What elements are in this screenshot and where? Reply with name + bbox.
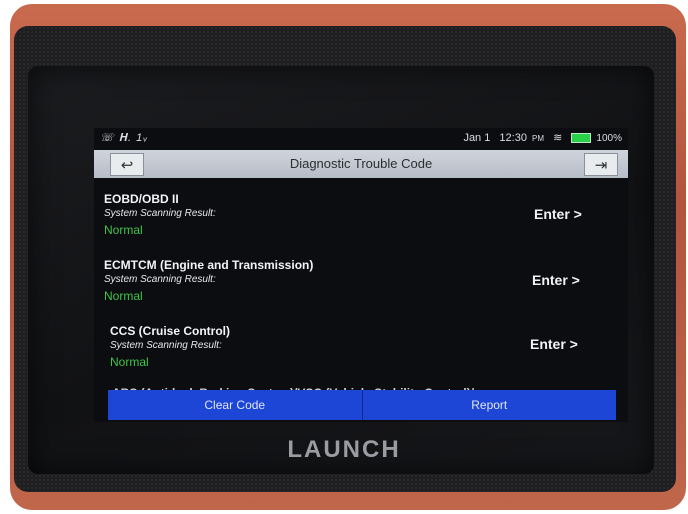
status-left-text: ☏ 𝐇. 1ᵥ (100, 132, 149, 144)
scan-result-value: Normal (110, 355, 149, 369)
device-photo: ☏ 𝐇. 1ᵥ Jan 1 12:30 PM ≋ 100% ↩ Diagnost… (0, 0, 688, 514)
enter-button[interactable]: Enter > (532, 272, 580, 288)
bottom-action-bar: Clear Code Report (108, 390, 616, 420)
enter-button[interactable]: Enter > (534, 206, 582, 222)
device-screen: ☏ 𝐇. 1ᵥ Jan 1 12:30 PM ≋ 100% ↩ Diagnost… (94, 128, 628, 422)
system-name: ECMTCM (Engine and Transmission) (104, 258, 314, 272)
exit-icon: ⇥ (594, 156, 608, 174)
status-bar: ☏ 𝐇. 1ᵥ Jan 1 12:30 PM ≋ 100% (94, 128, 628, 148)
battery-level: 100% (596, 133, 622, 144)
clear-code-button[interactable]: Clear Code (108, 390, 363, 420)
exit-button[interactable]: ⇥ (584, 153, 618, 176)
report-button[interactable]: Report (362, 390, 616, 420)
status-right: Jan 1 12:30 PM ≋ 100% (457, 131, 622, 144)
status-date: Jan 1 (463, 132, 491, 144)
wifi-icon: ≋ (553, 132, 563, 144)
enter-button[interactable]: Enter > (530, 336, 578, 352)
status-time: 12:30 (499, 132, 527, 144)
scan-result-value: Normal (104, 223, 143, 237)
battery-icon (571, 133, 592, 144)
scan-result-value: Normal (104, 289, 143, 303)
system-name: EOBD/OBD II (104, 192, 179, 206)
title-bar: ↩ Diagnostic Trouble Code ⇥ (94, 150, 628, 178)
brand-logo: LAUNCH (287, 436, 401, 463)
status-ampm: PM (532, 134, 545, 143)
page-title: Diagnostic Trouble Code (289, 156, 433, 171)
